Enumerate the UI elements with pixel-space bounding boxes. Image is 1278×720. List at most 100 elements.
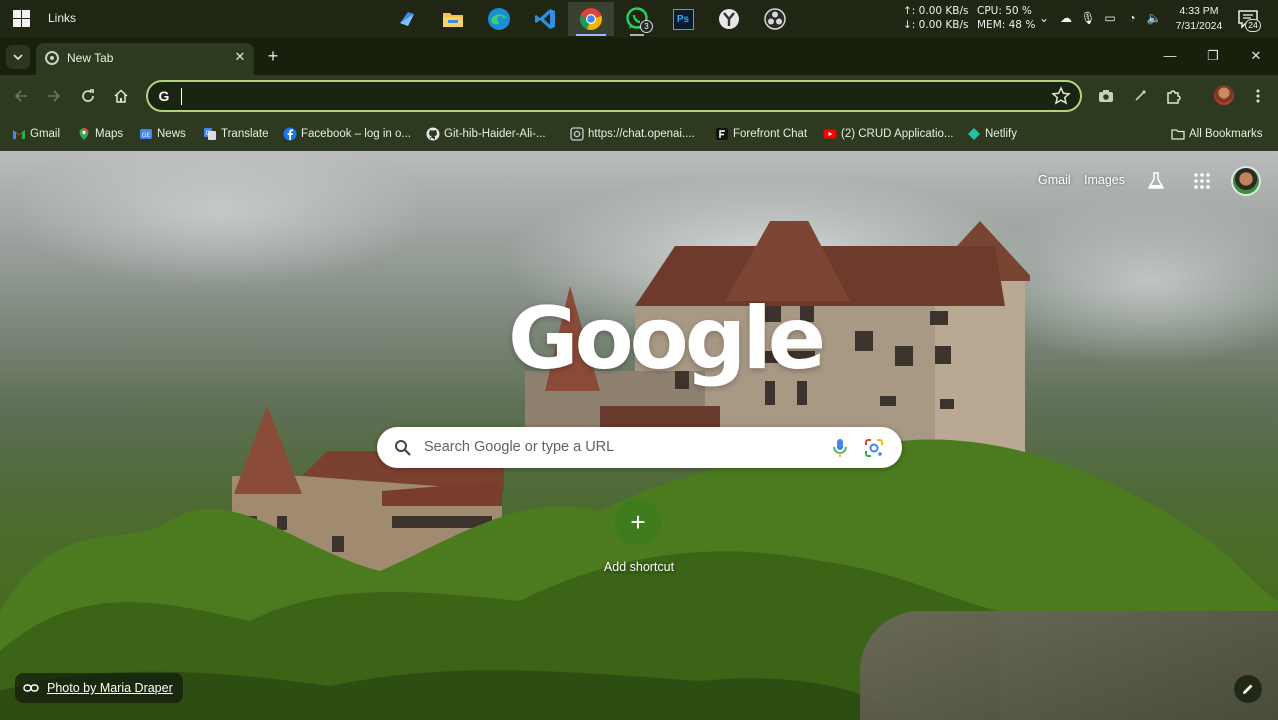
battery-icon[interactable]: ▭ [1102, 8, 1118, 28]
taskbar-apps: 3 Ps [384, 2, 798, 36]
taskbar-app-whatsapp[interactable]: 3 [614, 2, 660, 36]
vscode-icon [535, 9, 555, 29]
onedrive-icon[interactable]: ☁ [1058, 8, 1074, 28]
arrow-left-icon [14, 90, 27, 102]
bookmark-translate[interactable]: G Translate [203, 125, 269, 143]
link-icon [23, 684, 39, 692]
minimize-icon[interactable]: — [1159, 45, 1181, 67]
download-speed: ↓: 0.00 KB/s [903, 19, 969, 31]
share-icon [400, 12, 414, 26]
bookmark-news[interactable]: GE News [139, 125, 186, 143]
taskbar-clock[interactable]: 4:33 PM 7/31/2024 [1171, 4, 1227, 34]
close-window-icon[interactable]: ✕ [1245, 45, 1267, 67]
taskbar-app-photoshop[interactable]: Ps [660, 2, 706, 36]
google-lens-icon[interactable] [863, 437, 885, 459]
windows-taskbar: Links 3 Ps ↑: 0.00 KB/s ↓: 0.00 KB/s CPU… [0, 0, 1278, 37]
back-button[interactable] [9, 84, 33, 108]
folder-icon [443, 13, 463, 27]
gmail-link[interactable]: Gmail [1038, 173, 1071, 187]
microphone-icon[interactable]: 🎙 [1080, 8, 1096, 28]
bookmark-label: Forefront Chat [733, 128, 808, 140]
bookmark-label: Translate [221, 128, 269, 140]
bookmark-gmail[interactable]: Gmail [12, 125, 60, 143]
address-input[interactable] [180, 86, 1040, 106]
bookmark-label: Gmail [30, 128, 61, 140]
google-g-icon: G [158, 88, 170, 104]
bookmark-youtube-crud[interactable]: (2) CRUD Applicatio... [823, 125, 953, 143]
profile-avatar[interactable] [1214, 85, 1234, 105]
close-tab-icon[interactable]: ✕ [232, 49, 248, 65]
tab-new-tab[interactable]: New Tab ✕ [36, 43, 254, 75]
forward-button[interactable] [42, 84, 66, 108]
taskbar-app-y[interactable] [706, 2, 752, 36]
memory-usage: MEM: 48 % [977, 19, 1036, 31]
google-account-avatar[interactable] [1231, 166, 1261, 196]
new-tab-button[interactable]: + [262, 45, 284, 67]
extensions-button[interactable] [1162, 84, 1186, 108]
tab-strip: New Tab ✕ + — ❐ ✕ [0, 37, 1278, 75]
clock-time: 4:33 PM [1179, 5, 1219, 17]
bookmark-facebook[interactable]: Facebook – log in o... [283, 125, 411, 143]
openai-icon [570, 127, 584, 141]
pencil-icon [1243, 684, 1253, 694]
images-link[interactable]: Images [1084, 173, 1125, 187]
bookmark-netlify[interactable]: Netlify [967, 125, 1017, 143]
bookmark-label: https://chat.openai.... [588, 128, 695, 140]
photo-attribution: Photo by Maria Draper [15, 673, 183, 703]
bookmark-label: Facebook – log in o... [301, 128, 411, 140]
windows-start-icon[interactable] [13, 10, 30, 27]
search-input[interactable] [424, 436, 824, 458]
background-rock-illustration [860, 611, 1278, 720]
bookmarks-bar: Gmail Maps GE News G Translate Facebook … [0, 117, 1278, 151]
taskbar-app-chrome[interactable] [568, 2, 614, 36]
reload-icon [82, 89, 94, 102]
taskbar-app-file-explorer[interactable] [430, 2, 476, 36]
taskbar-app-share[interactable] [384, 2, 430, 36]
voice-search-mic-icon[interactable] [830, 437, 850, 459]
upload-speed: ↑: 0.00 KB/s [903, 5, 969, 17]
bookmark-label: News [157, 128, 186, 140]
home-button[interactable] [109, 84, 133, 108]
svg-text:GE: GE [142, 132, 151, 139]
bookmark-label: (2) CRUD Applicatio... [841, 128, 954, 140]
taskbar-app-edge[interactable] [476, 2, 522, 36]
google-apps-grid-icon[interactable] [1192, 171, 1212, 191]
bookmark-chatgpt[interactable]: https://chat.openai.... [570, 125, 695, 143]
taskbar-app-vscode[interactable] [522, 2, 568, 36]
text-caret [181, 88, 182, 105]
address-bar[interactable]: G [146, 80, 1082, 112]
wifi-icon[interactable]: ◔ [1124, 8, 1140, 28]
bookmark-star-icon[interactable] [1051, 86, 1071, 106]
photo-credit-link[interactable]: Photo by Maria Draper [47, 681, 173, 695]
restore-icon[interactable]: ❐ [1202, 45, 1224, 67]
labs-flask-icon[interactable] [1146, 171, 1166, 191]
taskbar-app-obs[interactable] [752, 2, 798, 36]
screenshot-extension-button[interactable] [1094, 84, 1118, 108]
reload-button[interactable] [76, 84, 100, 108]
add-shortcut-button[interactable]: + [615, 499, 661, 545]
bookmark-label: Maps [95, 128, 124, 140]
all-bookmarks-button[interactable]: All Bookmarks [1171, 125, 1263, 143]
chrome-menu-button[interactable] [1246, 84, 1270, 108]
bookmark-maps[interactable]: Maps [77, 125, 123, 143]
tab-search-button[interactable] [6, 45, 30, 69]
volume-icon[interactable]: 🔈 [1146, 8, 1162, 28]
bookmark-forefront[interactable]: Forefront Chat [715, 125, 807, 143]
network-speed: ↑: 0.00 KB/s ↓: 0.00 KB/s [903, 4, 969, 32]
add-shortcut-label[interactable]: Add shortcut [589, 560, 689, 574]
all-bookmarks-label: All Bookmarks [1189, 128, 1263, 140]
bookmark-label: Git-hib-Haider-Ali-... [444, 128, 546, 140]
customize-chrome-button[interactable] [1234, 675, 1262, 703]
news-icon: GE [140, 129, 152, 139]
google-search-box[interactable] [377, 427, 902, 468]
taskbar-toolbar-label[interactable]: Links [48, 11, 76, 25]
system-tray: ⌄ ☁ 🎙 ▭ ◔ 🔈 [1036, 8, 1162, 28]
translate-icon: G [204, 128, 216, 140]
bookmark-github[interactable]: Git-hib-Haider-Ali-... [426, 125, 546, 143]
netlify-icon [968, 128, 980, 140]
eyedropper-extension-button[interactable] [1128, 84, 1152, 108]
chevron-up-icon[interactable]: ⌄ [1036, 8, 1052, 28]
google-logo: Google [508, 289, 826, 389]
clock-date: 7/31/2024 [1175, 20, 1223, 32]
chrome-favicon-icon [45, 51, 59, 65]
